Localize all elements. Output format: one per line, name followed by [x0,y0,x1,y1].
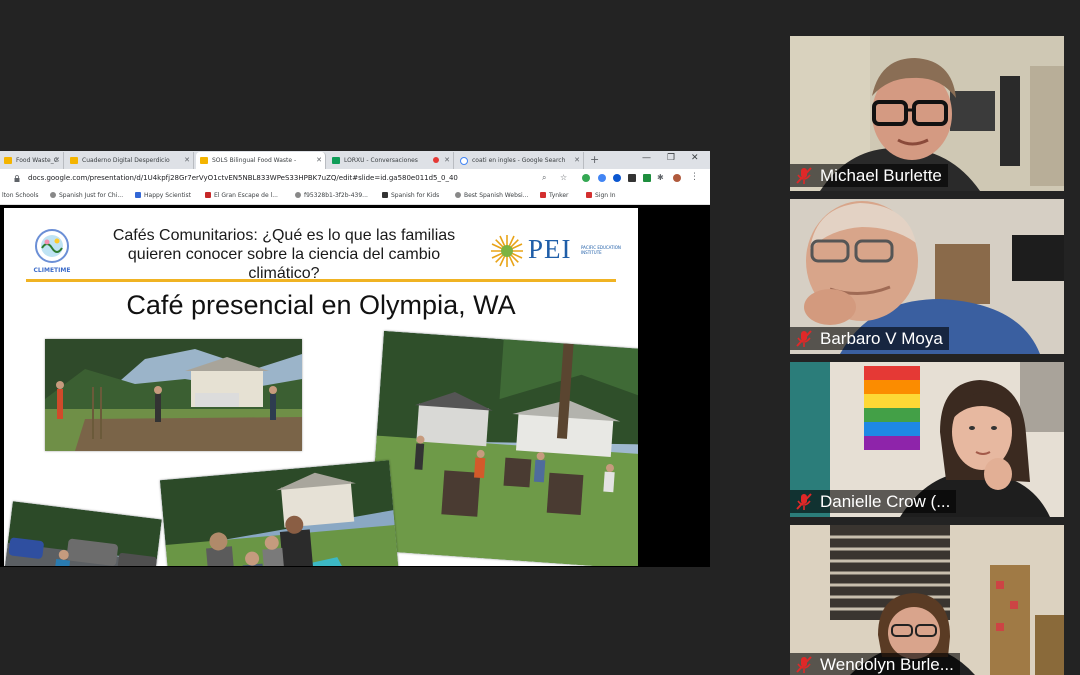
participant-nameplate: Danielle Crow (... [790,490,957,513]
sheets-icon [332,157,340,164]
bookmark-item[interactable]: f95328b1-3f2b-439... [295,192,368,199]
close-icon[interactable]: ✕ [444,156,450,164]
muted-mic-icon [796,329,812,347]
browser-tab-4[interactable]: coati en ingles - Google Search ✕ [456,152,584,169]
address-bar[interactable]: docs.google.com/presentation/d/1U4kpfj28… [0,169,710,189]
participant-nameplate: Wendolyn Burle... [790,653,960,675]
pei-logo-text: PEI [528,234,572,264]
participant-nameplate: Michael Burlette [790,164,948,187]
slides-icon [200,157,208,164]
participant-tile-4[interactable]: Wendolyn Burle... [790,525,1064,675]
globe-icon [295,192,301,198]
puzzle-icon[interactable]: ✱ [657,173,664,182]
slide-heading: Café presencial en Olympia, WA [126,290,516,320]
close-window-icon[interactable]: ✕ [691,153,699,163]
close-icon[interactable]: ✕ [184,156,190,164]
globe-icon [50,192,56,198]
drive-extension-icon[interactable] [582,174,590,182]
pei-logo-subtitle: PACIFIC EDUCATION INSTITUTE [581,245,621,255]
bookmark-icon [586,192,592,198]
recording-dot-icon [433,157,439,163]
restore-icon[interactable]: ❐ [667,153,675,163]
bookmark-item[interactable]: lton Schools [2,192,38,199]
extension-icon[interactable] [598,174,606,182]
bookmark-icon [135,192,141,198]
bookmark-item[interactable]: Best Spanish Websi... [455,192,528,199]
slides-icon [70,157,78,164]
new-tab-button[interactable]: + [590,153,599,166]
participant-name: Michael Burlette [820,165,942,185]
participant-name: Barbaro V Moya [820,328,943,348]
extension-icon[interactable] [643,174,651,182]
close-icon[interactable]: ✕ [316,156,322,164]
browser-tabstrip: Food Waste_C ✕ Cuaderno Digital Desperdi… [0,151,710,169]
menu-icon[interactable]: ⋮ [690,172,699,182]
extension-icon[interactable] [628,174,636,182]
pei-sun-icon [491,235,523,267]
bookmark-item[interactable]: Spanish Just for Chi... [50,192,123,199]
muted-mic-icon [796,166,812,184]
slides-icon [4,157,12,164]
browser-tab-2[interactable]: SOLS Bilingual Food Waste - ✕ [196,152,326,169]
climetime-logo: CLIMETIME [34,229,71,274]
extension-icon[interactable] [613,174,621,182]
title-divider [26,279,616,282]
bookmark-item[interactable]: Spanish for Kids [382,192,439,199]
muted-mic-icon [796,492,812,510]
photo-kids-table [159,460,403,566]
participant-name: Wendolyn Burle... [820,654,954,674]
slide-title: Cafés Comunitarios: ¿Qué es lo que las f… [112,227,456,282]
search-icon[interactable]: ⌕ [542,173,546,183]
google-icon [460,157,468,165]
browser-tab-3[interactable]: LORXU - Conversaciones ✕ [328,152,454,169]
bookmark-icon [205,192,211,198]
participant-tile-1[interactable]: Michael Burlette [790,36,1064,191]
photo-garden-field [45,339,302,451]
presentation-slide: CLIMETIME Cafés Comunitarios: ¿Qué es lo… [4,208,638,566]
close-icon[interactable]: ✕ [54,156,60,164]
browser-tab-0[interactable]: Food Waste_C ✕ [0,152,64,169]
photo-lawn-gathering [368,330,638,566]
browser-tab-1[interactable]: Cuaderno Digital Desperdicio ✕ [66,152,194,169]
bookmark-icon [382,192,388,198]
participant-nameplate: Barbaro V Moya [790,327,949,350]
url-text[interactable]: docs.google.com/presentation/d/1U4kpfj28… [28,174,458,182]
participant-name: Danielle Crow (... [820,491,951,511]
slide-side-margin [638,208,710,567]
star-icon[interactable]: ☆ [560,173,567,182]
bookmarks-bar: lton Schools Spanish Just for Chi... Hap… [0,189,710,205]
tynker-icon [540,192,546,198]
minimize-icon[interactable]: — [642,153,651,163]
lock-icon [14,175,20,182]
bookmark-item[interactable]: Happy Scientist [135,192,191,199]
muted-mic-icon [796,655,812,673]
bookmark-item[interactable]: El Gran Escape de l... [205,192,278,199]
svg-text:CLIMETIME: CLIMETIME [34,267,71,274]
participant-tile-3[interactable]: Danielle Crow (... [790,362,1064,517]
photo-parking-lot [4,501,162,566]
participant-tile-2[interactable]: Barbaro V Moya [790,199,1064,354]
globe-icon [455,192,461,198]
avatar[interactable] [673,174,681,182]
bookmark-item[interactable]: Sign In [586,192,616,199]
close-icon[interactable]: ✕ [574,156,580,164]
rainbow-flag [864,366,920,450]
shared-screen: Food Waste_C ✕ Cuaderno Digital Desperdi… [0,151,710,567]
bookmark-item[interactable]: Tynker [540,192,569,199]
